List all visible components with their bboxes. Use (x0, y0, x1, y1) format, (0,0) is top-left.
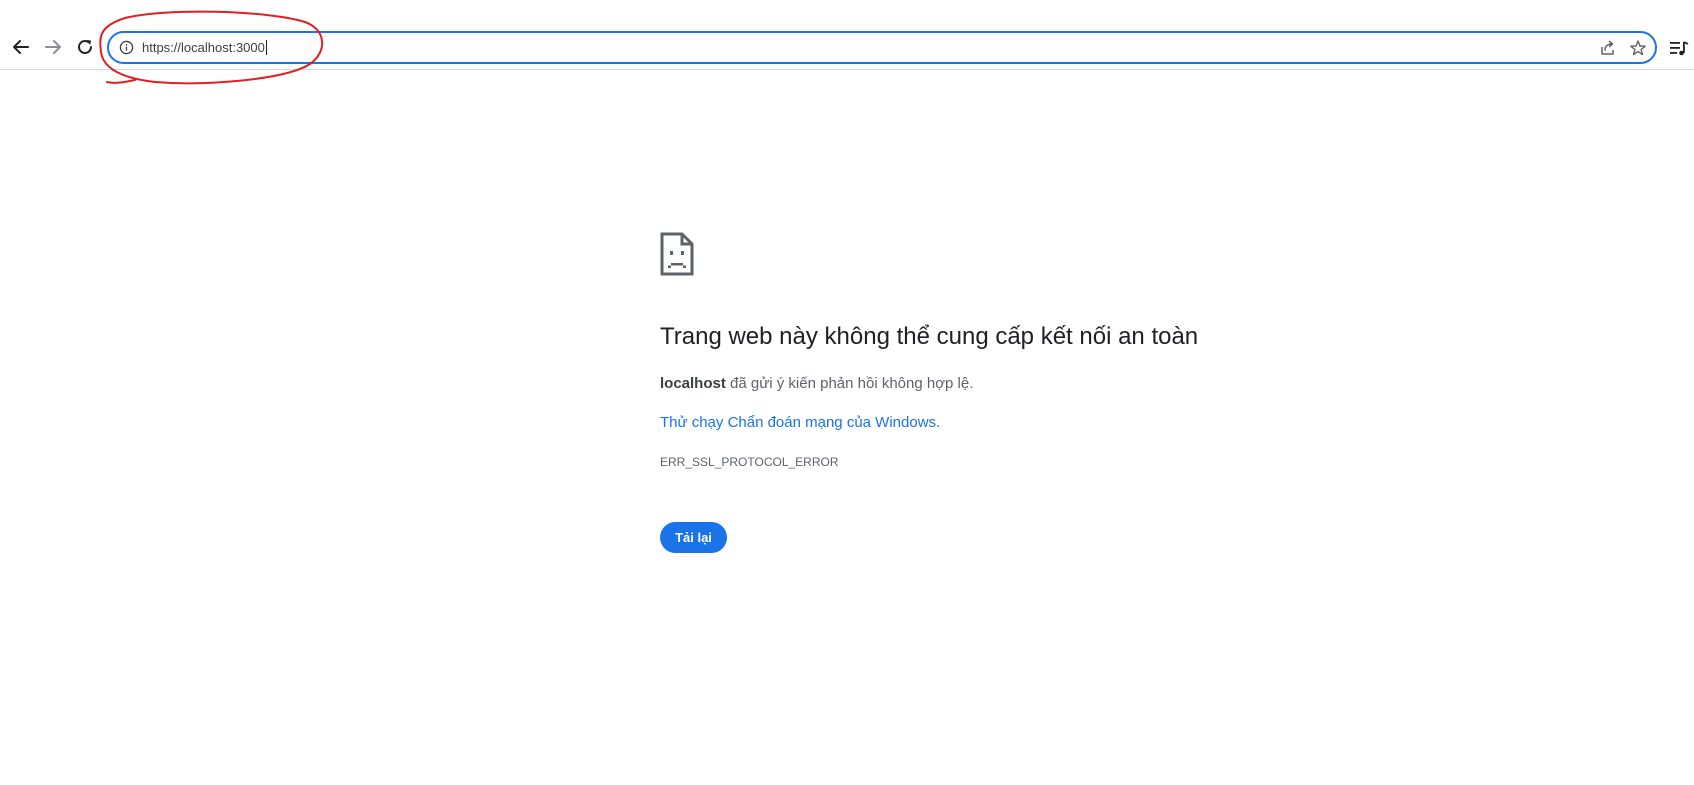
star-icon[interactable] (1629, 39, 1647, 57)
browser-toolbar: https://localhost:3000 (0, 0, 1694, 70)
error-description: localhost đã gửi ý kiến phản hồi không h… (660, 374, 973, 394)
error-title: Trang web này không thể cung cấp kết nối… (660, 323, 1199, 350)
error-host: localhost (660, 375, 726, 392)
address-bar[interactable]: https://localhost:3000 (107, 31, 1657, 64)
url-text: https://localhost:3000 (142, 40, 265, 55)
error-code: ERR_SSL_PROTOCOL_ERROR (660, 455, 839, 469)
back-button[interactable] (9, 35, 33, 59)
forward-arrow-icon (45, 40, 61, 54)
forward-button[interactable] (41, 35, 65, 59)
error-description-text: đã gửi ý kiến phản hồi không hợp lệ. (725, 375, 974, 392)
reading-list-icon[interactable] (1669, 38, 1689, 58)
reload-icon (78, 40, 92, 54)
reload-page-button[interactable]: Tải lại (660, 522, 727, 553)
text-cursor (265, 40, 267, 55)
url-input[interactable]: https://localhost:3000 (142, 40, 267, 56)
network-diagnostics-link[interactable]: Thử chạy Chẩn đoán mạng của Windows. (660, 413, 940, 433)
back-arrow-icon (13, 40, 29, 54)
info-icon[interactable] (119, 40, 134, 55)
sad-page-icon (660, 232, 694, 276)
reload-button[interactable] (73, 35, 97, 59)
share-icon[interactable] (1599, 39, 1617, 57)
